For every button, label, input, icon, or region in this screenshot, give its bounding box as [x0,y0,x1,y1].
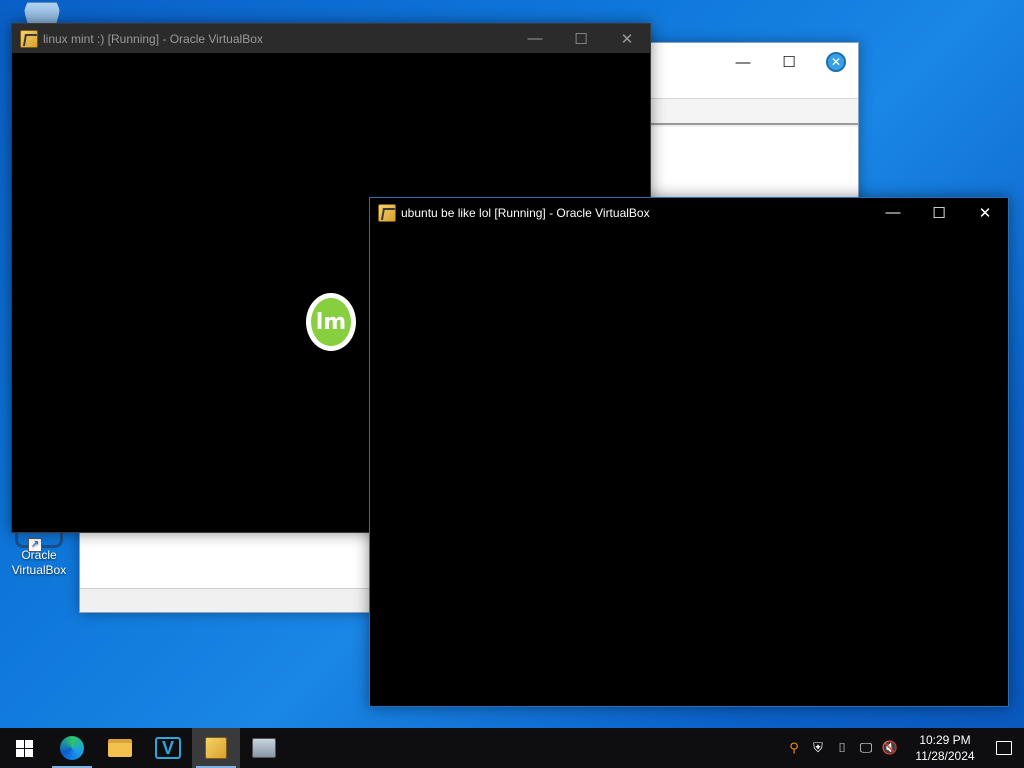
vm-window-ubuntu[interactable]: ubuntu be like lol [Running] - Oracle Vi… [369,197,1009,707]
vs-icon: V [155,737,181,759]
taskbar-network-app[interactable] [240,728,288,768]
taskbar-file-explorer[interactable] [96,728,144,768]
virtualbox-desktop-shortcut[interactable]: ↗ Oracle VirtualBox [3,528,75,578]
mint-maximize-button[interactable]: ☐ [558,24,604,53]
ubuntu-minimize-button[interactable]: — [870,198,916,227]
taskbar-virtualbox[interactable] [192,728,240,768]
taskbar: V ⚲ ⛨ ⌷ 🖵 🔇 10:29 PM 11/28/2024 [0,728,1024,768]
search-icon[interactable]: ⚲ [782,728,806,768]
mint-window-title: linux mint :) [Running] - Oracle Virtual… [43,31,263,46]
virtualbox-app-icon [20,29,38,48]
clock-time: 10:29 PM [919,733,971,747]
ubuntu-window-title: ubuntu be like lol [Running] - Oracle Vi… [401,205,650,220]
clock-date: 11/28/2024 [915,749,975,763]
manager-close-button[interactable]: ✕ [813,47,859,77]
virtualbox-icon [205,737,227,759]
shield-icon[interactable]: ⛨ [806,728,830,768]
close-icon: ✕ [826,52,846,72]
folder-icon [108,739,132,757]
taskbar-visual-studio[interactable]: V [144,728,192,768]
ubuntu-titlebar[interactable]: ubuntu be like lol [Running] - Oracle Vi… [370,198,1008,227]
desktop-icon-label-line2: VirtualBox [11,563,67,577]
volume-muted-icon[interactable]: 🔇 [878,728,902,768]
mint-logo-mark: lm [311,298,351,346]
mint-close-button[interactable]: ✕ [604,24,650,53]
system-tray: ⚲ ⛨ ⌷ 🖵 🔇 10:29 PM 11/28/2024 [782,728,1024,768]
linux-mint-logo-icon: lm [306,293,356,351]
ubuntu-maximize-button[interactable]: ☐ [916,198,962,227]
ubuntu-vm-display[interactable] [370,227,1008,706]
shortcut-arrow-icon: ↗ [28,538,42,552]
network-status-icon[interactable]: 🖵 [854,728,878,768]
windows-logo-icon [15,739,33,757]
notification-icon [996,741,1012,755]
mint-minimize-button[interactable]: — [512,24,558,53]
usb-icon[interactable]: ⌷ [830,728,854,768]
virtualbox-app-icon [378,203,396,222]
notification-center-button[interactable] [984,728,1024,768]
ubuntu-close-button[interactable]: ✕ [962,198,1008,227]
edge-icon [60,736,84,760]
clock[interactable]: 10:29 PM 11/28/2024 [906,732,984,764]
start-button[interactable] [0,728,48,768]
network-icon [252,738,276,758]
manager-maximize-button[interactable]: ☐ [766,47,812,77]
manager-minimize-button[interactable]: — [720,47,766,77]
taskbar-edge[interactable] [48,728,96,768]
mint-titlebar[interactable]: linux mint :) [Running] - Oracle Virtual… [12,24,650,53]
